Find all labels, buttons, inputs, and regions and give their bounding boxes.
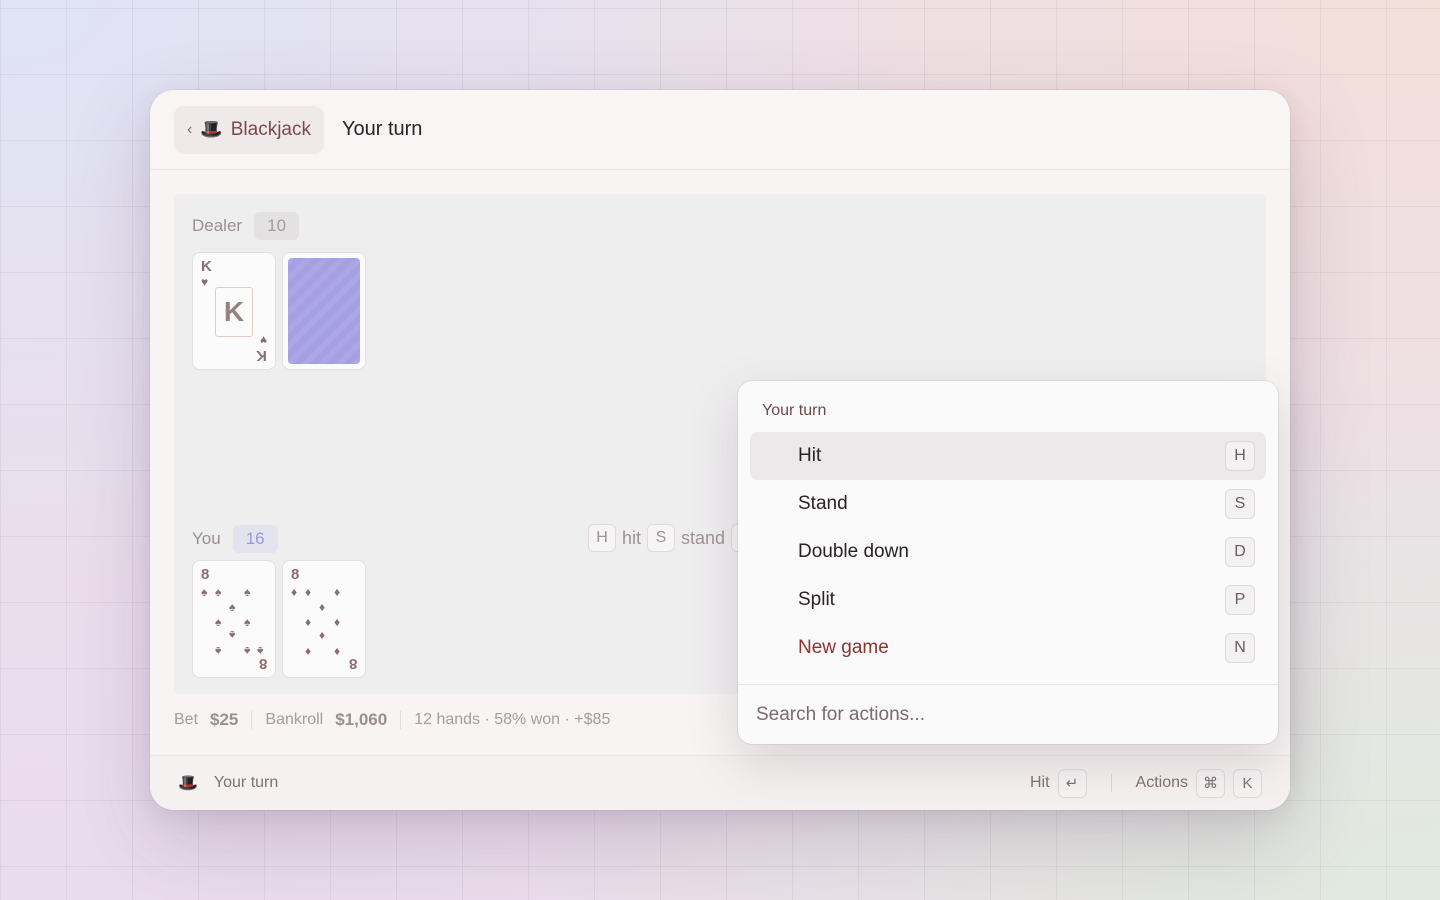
actions-button[interactable]: Actions [1136, 774, 1188, 792]
shortcut-key: S [1225, 489, 1255, 519]
status-text: Your turn [213, 774, 279, 791]
command-key-icon: ⌘ [1196, 768, 1225, 798]
shortcut-key: D [1225, 537, 1255, 567]
keyboard-hints: H hit S stand D [588, 524, 760, 552]
diamond-icon: ♦ [305, 585, 312, 599]
card-rank: 8 [201, 566, 210, 583]
status-actions: Hit ↵ Actions ⌘ K [1030, 768, 1262, 798]
chevron-left-icon: ‹ [187, 120, 193, 138]
palette-item-label: New game [798, 637, 889, 658]
spade-icon: ♠ [229, 628, 236, 642]
spade-icon: ♠ [244, 615, 251, 629]
palette-header: Your turn [762, 402, 827, 419]
diamond-icon: ♦ [334, 615, 341, 629]
card-face: K [215, 287, 253, 337]
palette-item-double-down[interactable]: Double down D [750, 528, 1266, 576]
diamond-icon: ♦ [291, 585, 298, 599]
diamond-icon: ♦ [319, 600, 326, 614]
top-hat-icon: 🎩 [200, 119, 223, 139]
player-total-badge: 16 [232, 525, 278, 553]
bet-value: $25 [210, 710, 239, 729]
page-title: Your turn [342, 118, 423, 140]
player-label-row: You 16 [192, 525, 278, 553]
top-bar: ‹ 🎩 Blackjack Your turn [150, 90, 1290, 170]
palette-item-label: Split [798, 589, 835, 610]
shortcut-key: H [1225, 441, 1255, 471]
spade-icon: ♠ [215, 644, 222, 658]
session-summary: 12 hands · 58% won · +$85 [414, 711, 611, 728]
card-rank: 8 [258, 655, 267, 672]
spade-icon: ♠ [215, 615, 222, 629]
player-label: You [192, 529, 221, 548]
primary-action-button[interactable]: Hit [1030, 774, 1050, 792]
action-palette: Your turn Hit H Stand S Double down D Sp… [738, 381, 1278, 744]
diamond-icon: ♦ [319, 628, 326, 642]
status-left: 🎩 Your turn [178, 773, 278, 793]
dealer-card-king-hearts: K ♥ K ♥ K [192, 252, 276, 370]
diamond-icon: ♦ [305, 644, 312, 658]
shortcut-key: P [1225, 585, 1255, 615]
divider [1110, 774, 1112, 792]
heart-icon: ♥ [259, 333, 267, 347]
card-rank: 8 [348, 655, 357, 672]
palette-item-stand[interactable]: Stand S [750, 480, 1266, 528]
hint-label: hit [622, 527, 642, 548]
palette-list: Hit H Stand S Double down D Split P New … [750, 432, 1266, 672]
palette-item-label: Double down [798, 541, 909, 562]
top-hat-icon: 🎩 [178, 775, 198, 792]
spade-icon: ♠ [244, 644, 251, 658]
player-card-eight-spades: 8 ♠ ♠ ♠ ♠ ♠ ♠ ♠ ♠ ♠ ♠ 8 [192, 560, 276, 678]
diamond-icon: ♦ [334, 585, 341, 599]
palette-item-label: Hit [798, 445, 822, 466]
player-card-eight-diamonds: 8 ♦ ♦ ♦ ♦ ♦ ♦ ♦ ♦ ♦ 8 [282, 560, 366, 678]
bankroll-label: Bankroll [265, 711, 324, 728]
session-stats: Bet $25 Bankroll $1,060 12 hands · 58% w… [174, 710, 610, 730]
card-rank: 8 [291, 566, 300, 583]
hint-label: stand [681, 527, 726, 548]
card-rank: K [256, 347, 267, 364]
heart-icon: ♥ [201, 275, 209, 289]
back-button[interactable]: ‹ 🎩 Blackjack [174, 105, 324, 154]
spade-icon: ♠ [201, 585, 208, 599]
palette-item-hit[interactable]: Hit H [750, 432, 1266, 480]
diamond-icon: ♦ [305, 615, 312, 629]
shortcut-key: N [1225, 633, 1255, 663]
k-key: K [1233, 768, 1262, 798]
dealer-total-badge: 10 [254, 212, 300, 240]
palette-item-label: Stand [798, 493, 848, 514]
palette-item-split[interactable]: Split P [750, 576, 1266, 624]
card-back-pattern [288, 258, 360, 364]
bet-label: Bet [174, 711, 199, 728]
dealer-label: Dealer [192, 216, 243, 235]
spade-icon: ♠ [229, 600, 236, 614]
divider [400, 711, 402, 729]
palette-item-new-game[interactable]: New game N [750, 624, 1266, 672]
hint-key: H [588, 524, 616, 552]
search-input[interactable] [738, 685, 1278, 744]
return-key-icon: ↵ [1057, 768, 1087, 798]
spade-icon: ♠ [215, 585, 222, 599]
hint-key: S [647, 524, 676, 552]
back-button-label: Blackjack [230, 118, 311, 140]
status-bar: 🎩 Your turn Hit ↵ Actions ⌘ K [150, 755, 1290, 810]
bankroll-value: $1,060 [335, 710, 388, 729]
divider [251, 711, 253, 729]
card-rank: K [201, 258, 212, 275]
spade-icon: ♠ [244, 585, 251, 599]
diamond-icon: ♦ [334, 644, 341, 658]
dealer-label-row: Dealer 10 [192, 212, 300, 240]
dealer-card-face-down [282, 252, 366, 370]
